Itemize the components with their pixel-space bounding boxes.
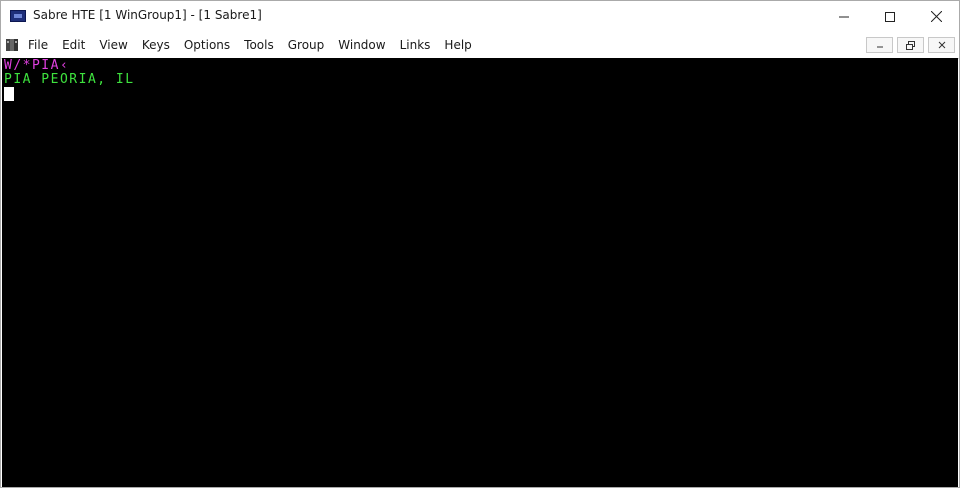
menu-view[interactable]: View: [99, 38, 127, 52]
menu-group[interactable]: Group: [288, 38, 325, 52]
mdi-controls: [866, 37, 955, 53]
sabre-window: Sabre HTE [1 WinGroup1] - [1 Sabre1] Fil…: [0, 0, 960, 488]
menu-keys[interactable]: Keys: [142, 38, 170, 52]
close-icon: [938, 41, 945, 49]
menu-options[interactable]: Options: [184, 38, 230, 52]
window-title: Sabre HTE [1 WinGroup1] - [1 Sabre1]: [33, 8, 262, 22]
menu-bar: File Edit View Keys Options Tools Group …: [1, 32, 959, 59]
restore-icon: [906, 40, 915, 50]
menu-links[interactable]: Links: [400, 38, 431, 52]
menu-edit[interactable]: Edit: [62, 38, 85, 52]
mdi-close-button[interactable]: [928, 37, 955, 53]
menu-help[interactable]: Help: [444, 38, 471, 52]
title-bar[interactable]: Sabre HTE [1 WinGroup1] - [1 Sabre1]: [1, 1, 959, 32]
terminal-cursor: [4, 87, 14, 101]
mdi-restore-button[interactable]: [897, 37, 924, 53]
close-icon: [930, 11, 942, 22]
menu-window[interactable]: Window: [338, 38, 385, 52]
menu-file[interactable]: File: [28, 38, 48, 52]
menu-items: File Edit View Keys Options Tools Group …: [28, 32, 486, 58]
terminal-command-line: W/*PIA‹: [4, 58, 70, 73]
document-icon[interactable]: [5, 38, 19, 52]
maximize-icon: [885, 11, 895, 22]
terminal-screen[interactable]: W/*PIA‹ PIA PEORIA, IL: [2, 58, 958, 487]
maximize-button[interactable]: [867, 1, 913, 32]
mdi-minimize-button[interactable]: [866, 37, 893, 53]
menu-tools[interactable]: Tools: [244, 38, 274, 52]
minimize-icon: [839, 16, 849, 17]
close-button[interactable]: [913, 1, 959, 32]
minimize-icon: [876, 46, 883, 48]
minimize-button[interactable]: [821, 1, 867, 32]
sabre-app-icon[interactable]: [10, 10, 26, 22]
terminal-response-line: PIA PEORIA, IL: [4, 72, 135, 87]
